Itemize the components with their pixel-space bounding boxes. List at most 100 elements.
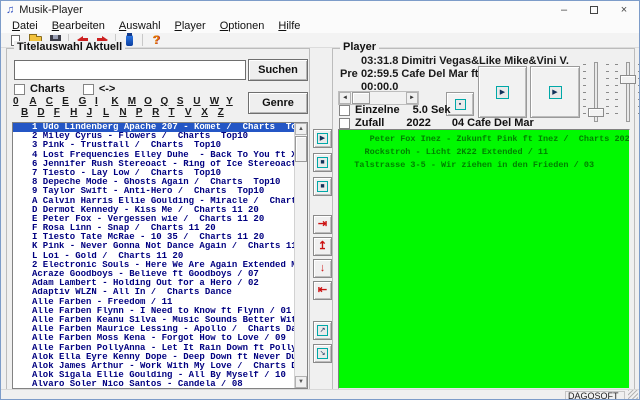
scroll-down-icon[interactable]: ▼ — [295, 376, 307, 388]
song-row[interactable]: 4 Lost Frequencies Elley Duhe - Back To … — [13, 151, 294, 160]
alphabet-link-r[interactable]: R — [152, 107, 168, 118]
alphabet-link-x[interactable]: X — [201, 107, 217, 118]
menu-auswahl[interactable]: Auswahl — [112, 20, 168, 32]
song-row[interactable]: Alle Farben Flynn - I Need to Know ft Fl… — [13, 307, 294, 316]
song-row[interactable]: Alle Farben - Freedom / 11 — [13, 298, 294, 307]
alphabet-link-e[interactable]: E — [62, 96, 78, 107]
song-row[interactable]: F Rosa Linn - Snap / Charts 11 20 — [13, 224, 294, 233]
song-row[interactable]: Alle Farben Moss Kena - Forgot How to Lo… — [13, 334, 294, 343]
genre-button[interactable]: Genre — [248, 92, 308, 114]
play-deck-b-button[interactable]: ▶ — [530, 66, 580, 118]
alphabet-link-0[interactable]: 0 — [13, 96, 29, 107]
song-row[interactable]: E Peter Fox - Vergessen wie / Charts 11 … — [13, 215, 294, 224]
alphabet-link-g[interactable]: G — [79, 96, 95, 107]
alphabet-link-l[interactable]: L — [103, 107, 119, 118]
alphabet-link-u[interactable]: U — [193, 96, 209, 107]
alphabet-link-w[interactable]: W — [210, 96, 226, 107]
alphabet-link-n[interactable]: N — [119, 107, 135, 118]
song-row[interactable]: Acraze Goodboys - Believe ft Goodboys / … — [13, 270, 294, 279]
scroll-up-icon[interactable]: ▲ — [295, 123, 307, 135]
volume-thumb[interactable] — [588, 108, 604, 117]
song-row[interactable]: 2 Miley Cyrus - Flowers / Charts Top10 — [13, 132, 294, 141]
play-button[interactable]: ▶ — [313, 129, 332, 148]
stop-button-2[interactable]: ■ — [313, 177, 332, 196]
charts-checkbox[interactable] — [14, 84, 25, 95]
position-thumb[interactable] — [352, 92, 370, 104]
song-row[interactable]: A Calvin Harris Ellie Goulding - Miracle… — [13, 197, 294, 206]
alphabet-link-k[interactable]: K — [111, 96, 127, 107]
song-row[interactable]: Alle Farben Maurice Lessing - Apollo / C… — [13, 325, 294, 334]
song-row[interactable]: 7 Tiesto - Lay Low / Charts Top10 — [13, 169, 294, 178]
expand-downright-button[interactable]: ↘ — [313, 344, 332, 363]
alphabet-link-z[interactable]: Z — [218, 107, 234, 118]
alphabet-link-t[interactable]: T — [169, 107, 185, 118]
song-row[interactable]: Alle Farben PollyAnna - Let It Rain Down… — [13, 344, 294, 353]
scroll-thumb[interactable] — [295, 136, 307, 162]
search-button[interactable]: Suchen — [248, 59, 308, 81]
position-left-icon[interactable]: ◄ — [339, 92, 351, 104]
expand-upright-button[interactable]: ↗ — [313, 321, 332, 340]
song-row[interactable]: Alok Sigala Ellie Goulding - All By Myse… — [13, 371, 294, 380]
zufall-checkbox[interactable] — [339, 118, 350, 129]
menu-player[interactable]: Player — [168, 20, 213, 32]
song-row[interactable]: Alok Ella Eyre Kenny Dope - Deep Down ft… — [13, 353, 294, 362]
alphabet-link-m[interactable]: M — [128, 96, 144, 107]
song-row[interactable]: D Dermot Kennedy - Kiss Me / Charts 11 2… — [13, 206, 294, 215]
move-top-button[interactable]: ↥ — [313, 237, 332, 256]
song-row[interactable]: Alle Farben Keanu Silva - Music Sounds B… — [13, 316, 294, 325]
menu-datei[interactable]: Datei — [5, 20, 45, 32]
alphabet-link-o[interactable]: O — [144, 96, 160, 107]
alphabet-link-v[interactable]: V — [185, 107, 201, 118]
title-bar[interactable]: ♫ Musik-Player – × — [1, 1, 639, 19]
help-button[interactable]: ? — [146, 33, 166, 47]
alphabet-link-d[interactable]: D — [37, 107, 53, 118]
song-row[interactable]: 2 Electronic Souls - Here We Are Again E… — [13, 261, 294, 270]
alphabet-link-b[interactable]: B — [21, 107, 37, 118]
transfer-right-button[interactable]: ⇥ — [313, 215, 332, 234]
song-row[interactable]: 6 Jennifer Rush Stereoact - Ring of Ice … — [13, 160, 294, 169]
close-button[interactable]: × — [609, 1, 639, 19]
range-checkbox[interactable] — [83, 84, 94, 95]
alphabet-link-q[interactable]: Q — [161, 96, 177, 107]
song-row[interactable]: Adam Lambert - Holding Out for a Hero / … — [13, 279, 294, 288]
song-row[interactable]: I Tiesto Tate McRae - 10 35 / Charts 11 … — [13, 233, 294, 242]
play-deck-a-button[interactable]: ▶ — [478, 66, 527, 118]
move-down-button[interactable]: ↓ — [313, 259, 332, 278]
alphabet-link-j[interactable]: J — [87, 107, 103, 118]
menu-optionen[interactable]: Optionen — [213, 20, 272, 32]
alphabet-link-f[interactable]: F — [54, 107, 70, 118]
alphabet-link-h[interactable]: H — [70, 107, 86, 118]
song-row[interactable]: Alok James Arthur - Work With My Love / … — [13, 362, 294, 371]
maximize-button[interactable] — [579, 1, 609, 19]
song-row[interactable]: 9 Taylor Swift - Anti-Hero / Charts Top1… — [13, 187, 294, 196]
minimize-button[interactable]: – — [549, 1, 579, 19]
song-row[interactable]: 3 Pink - Trustfall / Charts Top10 — [13, 141, 294, 150]
song-row[interactable]: Alvaro Soler Nico Santos - Candela / 08 — [13, 380, 294, 388]
position-right-icon[interactable]: ► — [406, 92, 418, 104]
balance-slider[interactable] — [615, 62, 640, 124]
alphabet-link-a[interactable]: A — [29, 96, 45, 107]
alphabet-link-s[interactable]: S — [177, 96, 193, 107]
menu-hilfe[interactable]: Hilfe — [271, 20, 307, 32]
einzelne-checkbox[interactable] — [339, 105, 350, 116]
song-row[interactable]: K Pink - Never Gonna Not Dance Again / C… — [13, 242, 294, 251]
stop-button[interactable]: ■ — [313, 153, 332, 172]
list-scrollbar[interactable]: ▲ ▼ — [294, 123, 307, 388]
song-row[interactable]: Adaptiv WLZN - All In / Charts Dance — [13, 288, 294, 297]
song-row[interactable]: L Loi - Gold / Charts 11 20 — [13, 252, 294, 261]
transfer-left-button[interactable]: ⇤ — [313, 281, 332, 300]
position-scrollbar[interactable]: ◄ ► — [338, 91, 419, 105]
player-label: Player — [340, 41, 379, 53]
alphabet-link-p[interactable]: P — [136, 107, 152, 118]
search-input[interactable] — [14, 60, 246, 80]
balance-thumb[interactable] — [620, 75, 636, 84]
alphabet-link-y[interactable]: Y — [226, 96, 242, 107]
alphabet-link-i[interactable]: I — [95, 96, 111, 107]
slider-track[interactable] — [626, 62, 630, 122]
resize-grip-icon[interactable] — [628, 390, 638, 400]
song-row[interactable]: 8 Depeche Mode - Ghosts Again / Charts T… — [13, 178, 294, 187]
alphabet-link-c[interactable]: C — [46, 96, 62, 107]
menu-bearbeiten[interactable]: Bearbeiten — [45, 20, 112, 32]
volume-slider[interactable] — [583, 62, 609, 124]
song-row[interactable]: 1 Udo Lindenberg Apache 207 - Komet / Ch… — [13, 123, 294, 132]
